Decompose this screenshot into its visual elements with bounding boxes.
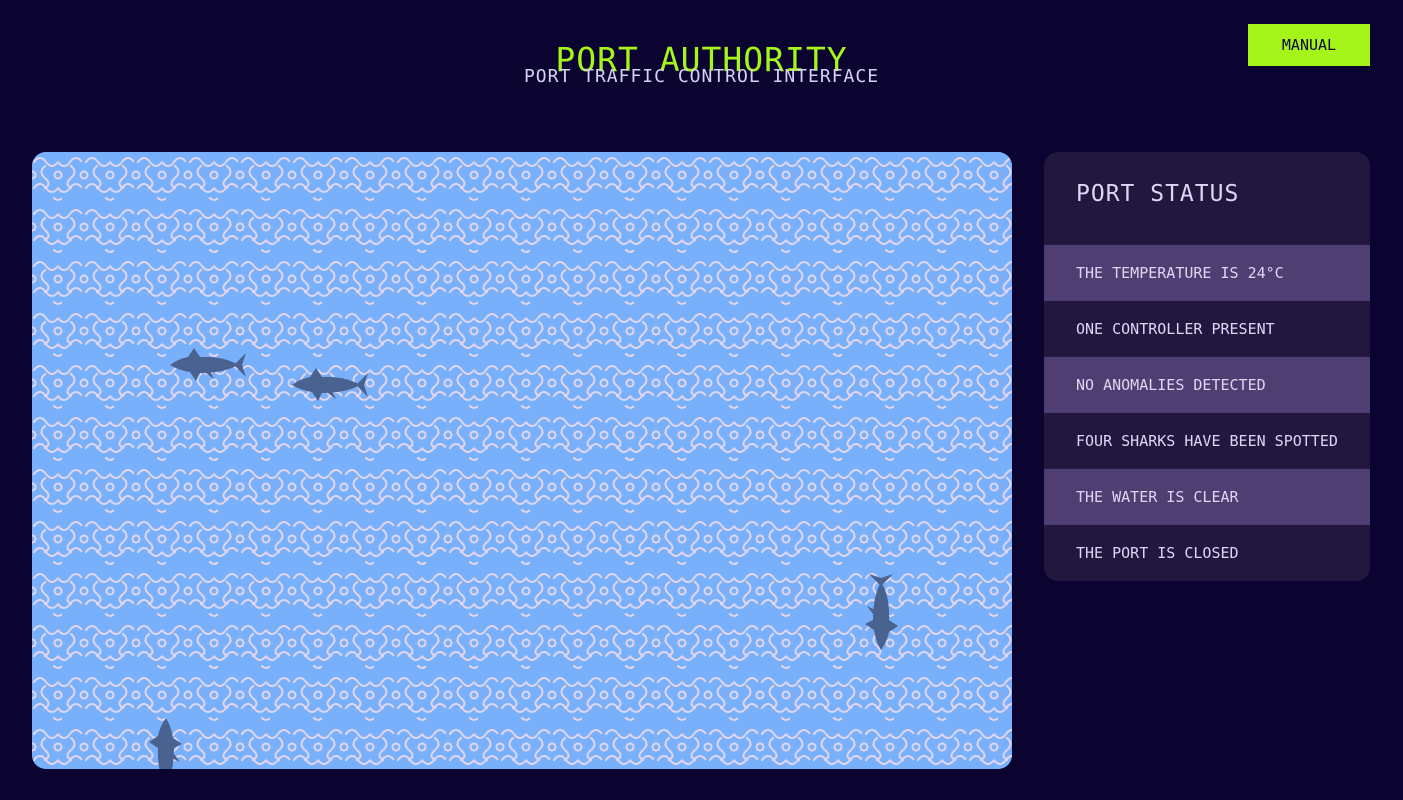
manual-button[interactable]: MANUAL <box>1248 24 1370 66</box>
status-item-port: THE PORT IS CLOSED <box>1044 525 1370 581</box>
status-title: PORT STATUS <box>1076 181 1240 207</box>
status-item-controllers: ONE CONTROLLER PRESENT <box>1044 301 1370 357</box>
port-map[interactable] <box>32 152 1012 769</box>
status-item-temperature: THE TEMPERATURE IS 24°C <box>1044 245 1370 301</box>
status-list: THE TEMPERATURE IS 24°C ONE CONTROLLER P… <box>1044 245 1370 581</box>
header: PORT AUTHORITY PORT TRAFFIC CONTROL INTE… <box>0 0 1403 110</box>
page-subtitle: PORT TRAFFIC CONTROL INTERFACE <box>523 66 880 87</box>
port-status-panel: PORT STATUS THE TEMPERATURE IS 24°C ONE … <box>1044 152 1370 581</box>
status-item-anomalies: NO ANOMALIES DETECTED <box>1044 357 1370 413</box>
status-item-water: THE WATER IS CLEAR <box>1044 469 1370 525</box>
water-surface <box>32 152 1012 769</box>
status-item-sharks: FOUR SHARKS HAVE BEEN SPOTTED <box>1044 413 1370 469</box>
